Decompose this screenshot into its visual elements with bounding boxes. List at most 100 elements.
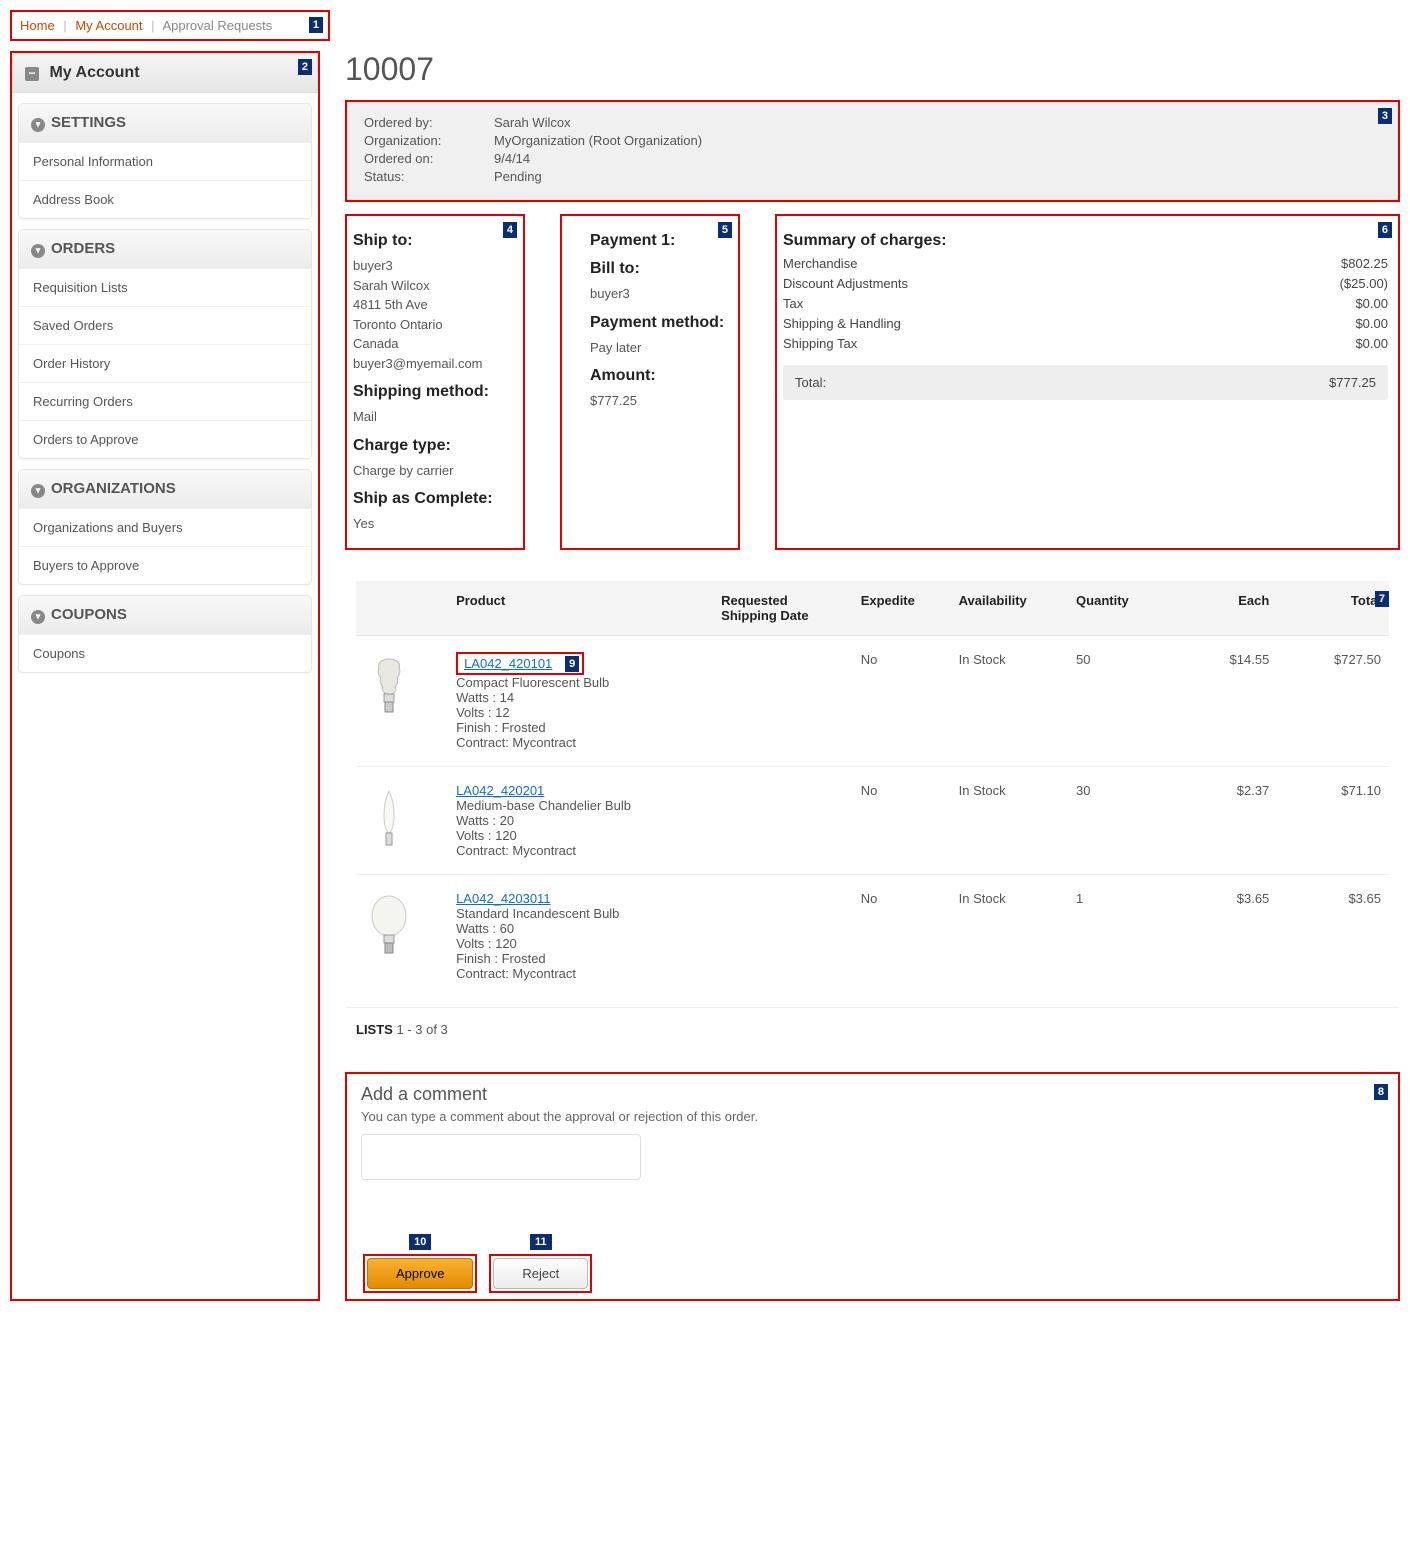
summary-row: Tax$0.00 [783, 296, 1388, 311]
cell-expedite: No [853, 635, 951, 766]
callout-8: 8 [1374, 1084, 1388, 1100]
sidebar-item[interactable]: Address Book [19, 180, 311, 218]
summary-label: Discount Adjustments [783, 276, 908, 291]
charge-type-title: Charge type: [353, 437, 513, 455]
callout-11: 11 [530, 1234, 552, 1250]
callout-7: 7 [1375, 591, 1389, 607]
bill-to-title: Bill to: [590, 260, 728, 278]
status-value: Pending [494, 169, 542, 184]
ordered-on-value: 9/4/14 [494, 151, 530, 166]
product-image [364, 783, 414, 853]
sidebar-item[interactable]: Organizations and Buyers [19, 508, 311, 546]
sidebar-group: ▾ORDERSRequisition ListsSaved OrdersOrde… [18, 229, 312, 459]
collapse-icon: − [25, 67, 39, 81]
callout-6: 6 [1378, 222, 1392, 238]
cell-total: $727.50 [1277, 635, 1389, 766]
cell-each: $14.55 [1166, 635, 1278, 766]
ship-address-line: 4811 5th Ave [353, 295, 513, 315]
product-attr: Watts : 20 [456, 813, 705, 828]
breadcrumb-home[interactable]: Home [20, 18, 55, 33]
sidebar-item[interactable]: Coupons [19, 634, 311, 672]
sidebar-group-title: ORGANIZATIONS [51, 480, 176, 497]
amount-title: Amount: [590, 367, 728, 385]
approve-button[interactable]: Approve [367, 1258, 473, 1289]
sidebar-group: ▾ORGANIZATIONSOrganizations and BuyersBu… [18, 469, 312, 585]
table-row: 9LA042_420101Compact Fluorescent BulbWat… [356, 635, 1389, 766]
sidebar-group-title: SETTINGS [51, 114, 126, 131]
sidebar-group-head[interactable]: ▾SETTINGS [19, 104, 311, 142]
reject-button[interactable]: Reject [493, 1258, 588, 1289]
sidebar-item[interactable]: Personal Information [19, 142, 311, 180]
status-label: Status: [364, 169, 494, 184]
order-meta-annotation: 3 Ordered by:Sarah Wilcox Organization:M… [345, 100, 1400, 202]
col-qty: Quantity [1068, 581, 1166, 636]
product-image [364, 652, 414, 722]
sidebar-item[interactable]: Order History [19, 344, 311, 382]
product-name: Medium-base Chandelier Bulb [456, 798, 705, 813]
comment-panel: 8 Add a comment You can type a comment a… [345, 1072, 1400, 1301]
sidebar-title[interactable]: − My Account [12, 53, 318, 93]
product-sku-link[interactable]: LA042_420101 [464, 656, 552, 671]
summary-row: Discount Adjustments($25.00) [783, 276, 1388, 291]
ordered-by-value: Sarah Wilcox [494, 115, 571, 130]
total-label: Total: [795, 375, 826, 390]
col-product: Product [448, 581, 713, 636]
callout-2: 2 [298, 59, 312, 75]
summary-value: $0.00 [1355, 316, 1388, 331]
cell-reqdate [713, 766, 853, 874]
product-attr: Contract: Mycontract [456, 966, 705, 981]
order-number: 10007 [345, 51, 1400, 88]
col-each: Each [1166, 581, 1278, 636]
comment-actions: 10 Approve 11 Reject [361, 1233, 1384, 1293]
items-annotation: 7 Product Requested Shipping Date Expedi… [345, 580, 1400, 1052]
cell-avail: In Stock [951, 635, 1068, 766]
col-expedite: Expedite [853, 581, 951, 636]
sidebar-item[interactable]: Buyers to Approve [19, 546, 311, 584]
breadcrumb-current: Approval Requests [162, 18, 272, 33]
shipping-method-title: Shipping method: [353, 383, 513, 401]
ordered-by-label: Ordered by: [364, 115, 494, 130]
shipping-method: Mail [353, 407, 513, 427]
chevron-down-icon: ▾ [31, 610, 45, 624]
product-name: Compact Fluorescent Bulb [456, 675, 705, 690]
callout-1: 1 [309, 17, 323, 33]
col-total: Total [1277, 581, 1389, 636]
sidebar-group-head[interactable]: ▾COUPONS [19, 596, 311, 634]
sidebar-group-head[interactable]: ▾ORGANIZATIONS [19, 470, 311, 508]
ship-complete: Yes [353, 514, 513, 534]
product-sku-link[interactable]: LA042_420201 [456, 783, 544, 798]
sidebar-group-head[interactable]: ▾ORDERS [19, 230, 311, 268]
sidebar-item[interactable]: Saved Orders [19, 306, 311, 344]
summary-label: Merchandise [783, 256, 857, 271]
charge-type: Charge by carrier [353, 461, 513, 481]
product-name: Standard Incandescent Bulb [456, 906, 705, 921]
comment-title: Add a comment [361, 1084, 1384, 1105]
table-row: LA042_420201Medium-base Chandelier BulbW… [356, 766, 1389, 874]
breadcrumb-account[interactable]: My Account [75, 18, 142, 33]
org-label: Organization: [364, 133, 494, 148]
ship-complete-title: Ship as Complete: [353, 490, 513, 508]
col-reqdate: Requested Shipping Date [713, 581, 853, 636]
product-attr: Contract: Mycontract [456, 843, 705, 858]
sidebar-group: ▾COUPONSCoupons [18, 595, 312, 673]
cell-reqdate [713, 874, 853, 997]
sidebar-item[interactable]: Orders to Approve [19, 420, 311, 458]
cell-qty: 50 [1068, 635, 1166, 766]
total-value: $777.25 [1329, 375, 1376, 390]
sidebar-item[interactable]: Requisition Lists [19, 268, 311, 306]
order-meta: Ordered by:Sarah Wilcox Organization:MyO… [347, 102, 1398, 200]
ship-address-line: buyer3 [353, 256, 513, 276]
summary-row: Shipping & Handling$0.00 [783, 316, 1388, 331]
breadcrumb-sep: | [63, 18, 66, 33]
summary-label: Tax [783, 296, 803, 311]
sidebar-item[interactable]: Recurring Orders [19, 382, 311, 420]
product-sku-link[interactable]: LA042_4203011 [456, 891, 550, 906]
org-value: MyOrganization (Root Organization) [494, 133, 702, 148]
product-attr: Volts : 120 [456, 936, 705, 951]
product-attr: Watts : 14 [456, 690, 705, 705]
product-attr: Volts : 12 [456, 705, 705, 720]
comment-textarea[interactable] [361, 1134, 641, 1180]
sidebar-group-title: ORDERS [51, 240, 115, 257]
product-attr: Finish : Frosted [456, 720, 705, 735]
comment-hint: You can type a comment about the approva… [361, 1109, 1384, 1124]
